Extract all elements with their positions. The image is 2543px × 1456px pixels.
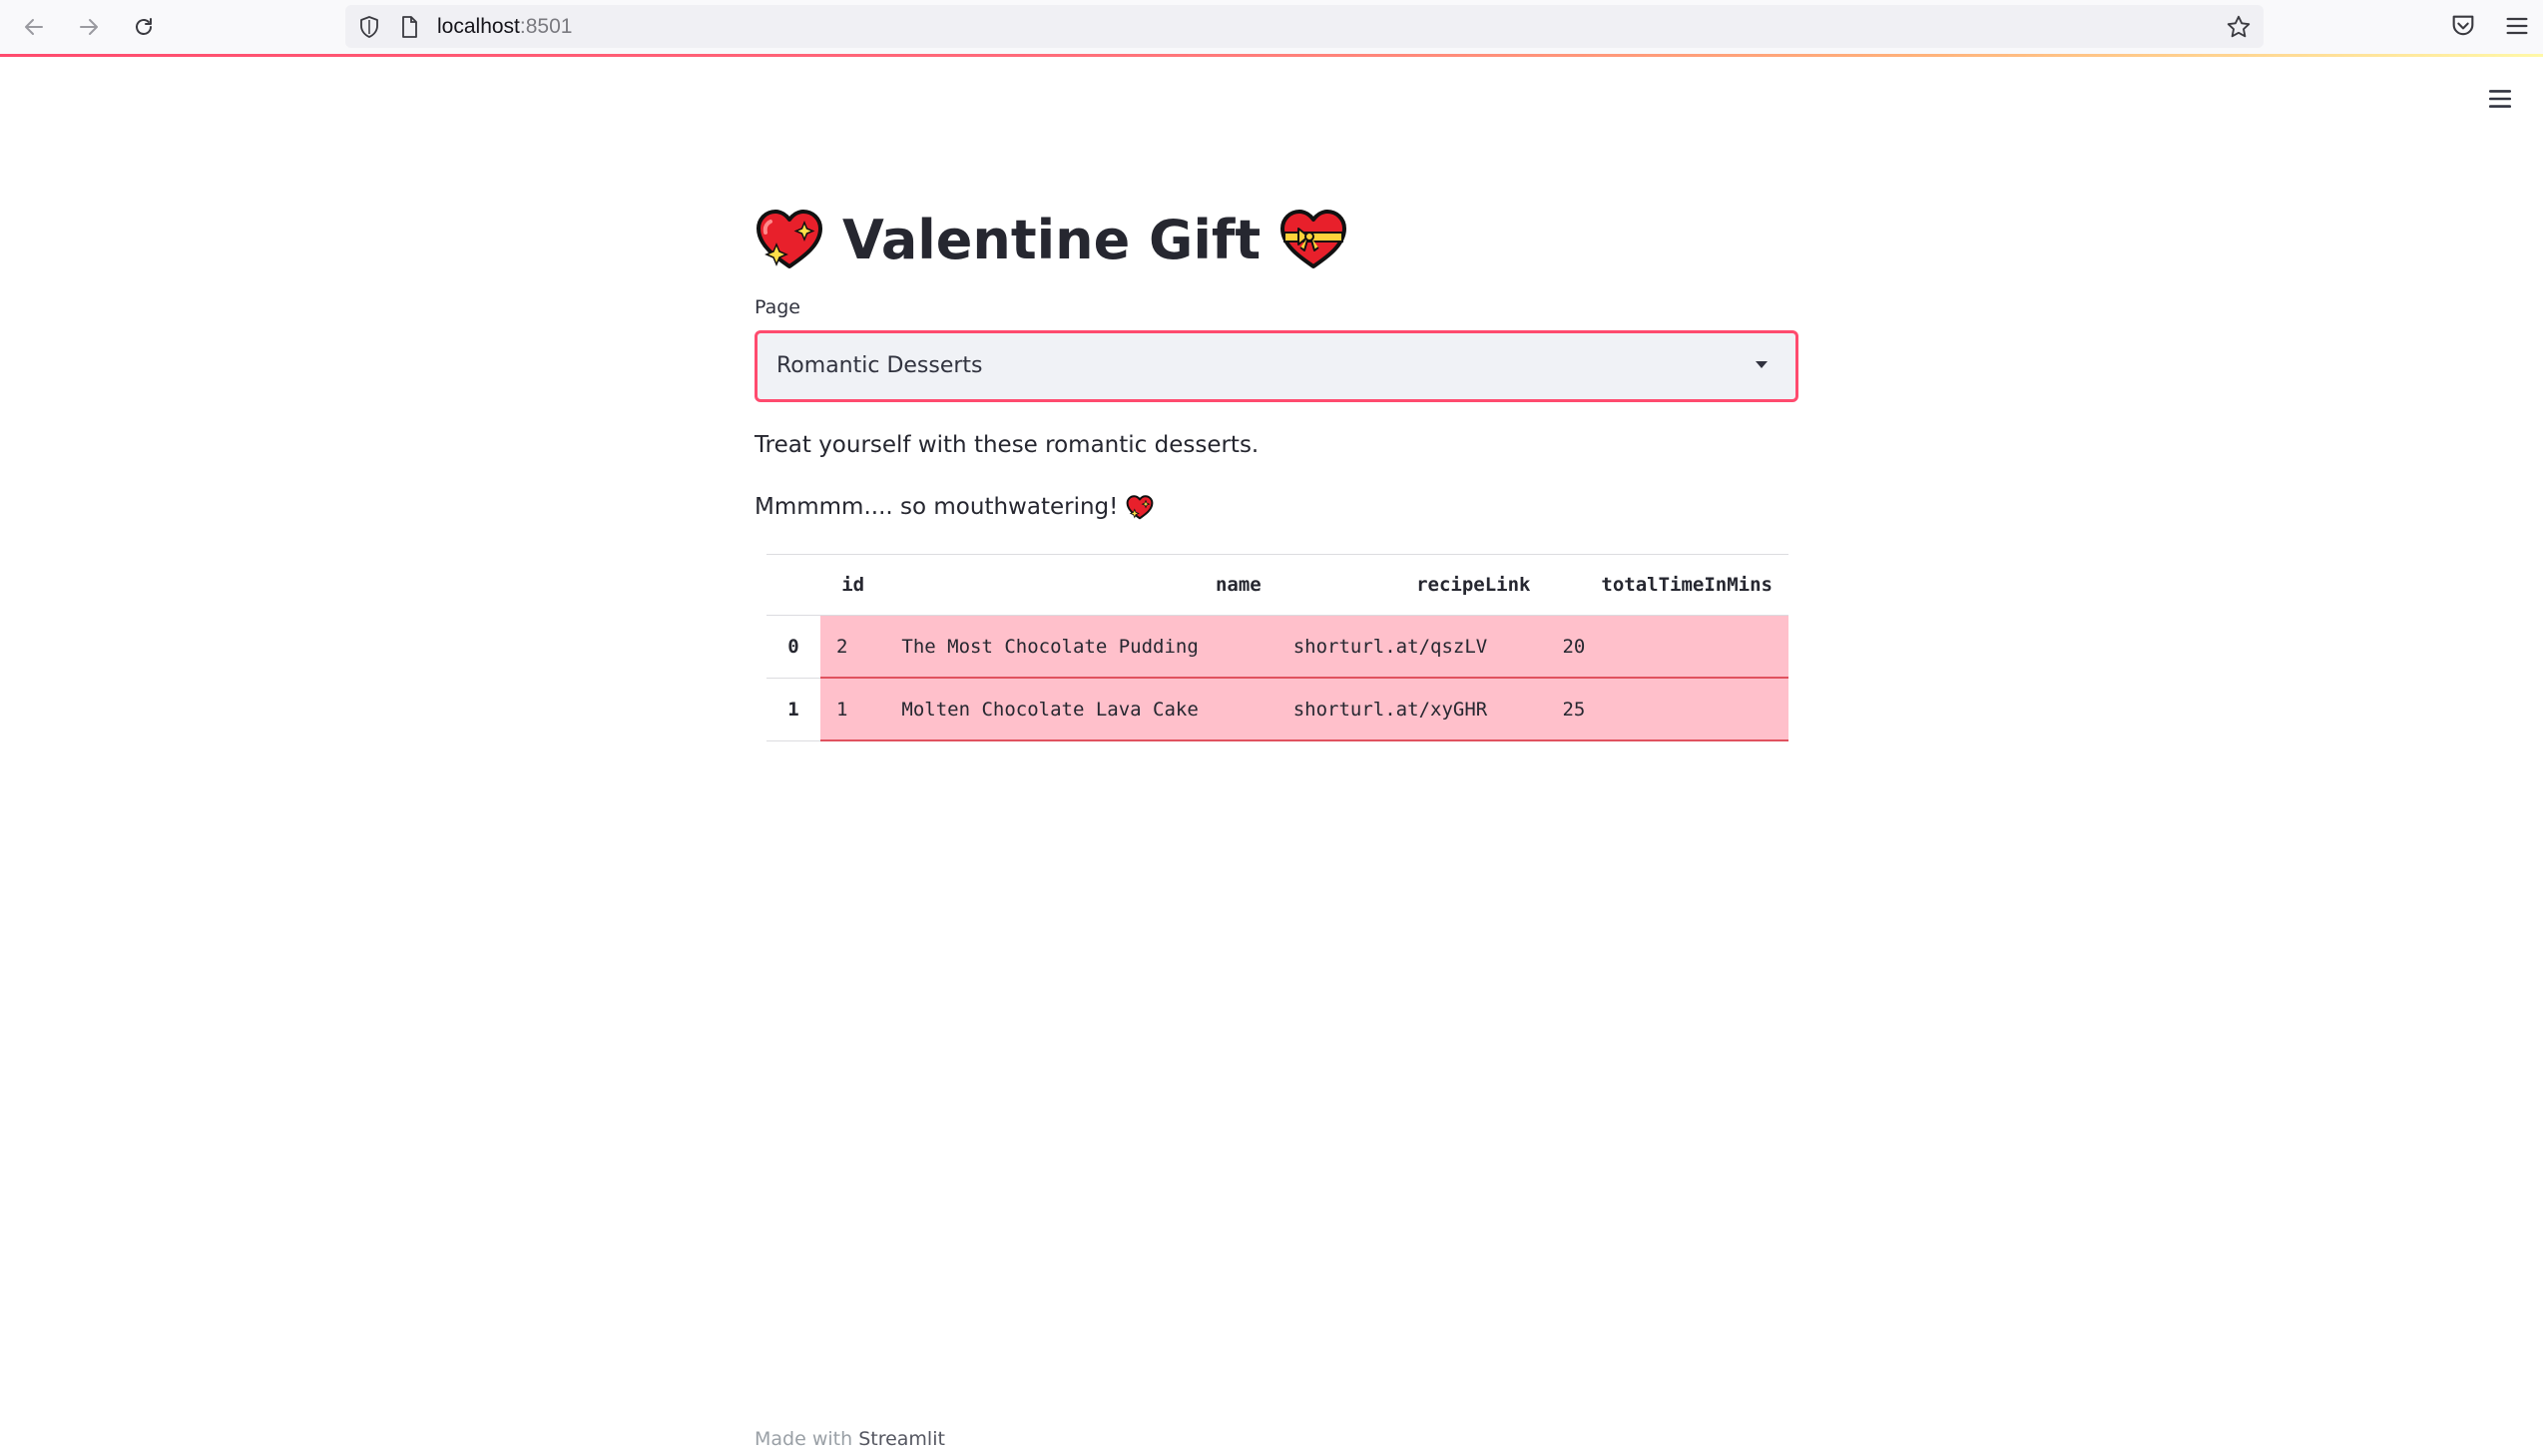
row-index: 1 (766, 678, 820, 741)
intro-text: Treat yourself with these romantic desse… (755, 428, 1802, 462)
browser-toolbar: localhost:8501 (0, 0, 2543, 54)
arrow-right-icon (80, 19, 98, 35)
reload-icon (136, 18, 152, 35)
page-select-value: Romantic Desserts (776, 353, 983, 378)
sparkling-heart-icon (1126, 494, 1154, 519)
cell-name[interactable]: The Most Chocolate Pudding (885, 615, 1277, 679)
url-text[interactable]: localhost:8501 (437, 5, 572, 48)
footer-prefix: Made with (755, 1428, 859, 1450)
table-row: 0 2 The Most Chocolate Pudding shorturl.… (766, 615, 1788, 679)
shield-icon[interactable] (357, 15, 381, 39)
caret-down-icon[interactable] (1756, 361, 1768, 368)
column-header-totaltimeinmins[interactable]: totalTimeInMins (1546, 554, 1788, 616)
table-index-header (766, 554, 820, 616)
heart-with-ribbon-icon (1280, 210, 1347, 268)
browser-menu-icon[interactable] (2503, 12, 2531, 40)
column-header-id[interactable]: id (820, 554, 886, 616)
column-header-name[interactable]: name (885, 554, 1277, 616)
page-info-icon[interactable] (397, 15, 421, 39)
hamburger-icon (2488, 90, 2512, 108)
app-main-menu-button[interactable] (2485, 84, 2515, 114)
cell-name[interactable]: Molten Chocolate Lava Cake (885, 678, 1277, 741)
intro-text-content: Treat yourself with these romantic desse… (755, 432, 1260, 458)
cell-id[interactable]: 1 (820, 678, 886, 741)
cell-totaltimeinmins[interactable]: 20 (1546, 615, 1788, 679)
mouthwatering-text-content: Mmmmm.... so mouthwatering! (755, 494, 1119, 520)
page-select[interactable]: Romantic Desserts (755, 330, 1798, 402)
arrow-left-icon (25, 19, 43, 35)
forward-button[interactable] (71, 9, 107, 45)
page-title: Valentine Gift (755, 195, 1802, 284)
main-content: Valentine Gift Page Romantic Desserts Tr… (755, 195, 1802, 741)
url-port: :8501 (519, 15, 573, 38)
page-title-text: Valentine Gift (842, 208, 1262, 271)
reload-button[interactable] (126, 9, 162, 45)
page-select-label: Page (755, 296, 800, 318)
cell-totaltimeinmins[interactable]: 25 (1546, 678, 1788, 741)
cell-recipelink[interactable]: shorturl.at/qszLV (1276, 615, 1547, 679)
streamlit-top-decoration (0, 54, 2543, 57)
column-header-recipelink[interactable]: recipeLink (1276, 554, 1547, 616)
sparkling-heart-icon (757, 210, 822, 268)
dessert-table: id name recipeLink totalTimeInMins 0 2 T… (766, 554, 1788, 741)
dataframe[interactable]: id name recipeLink totalTimeInMins 0 2 T… (766, 554, 1788, 741)
cell-id[interactable]: 2 (820, 615, 886, 679)
mouthwatering-text: Mmmmm.... so mouthwatering! (755, 490, 1802, 524)
url-host: localhost (437, 15, 520, 38)
footer: Made with Streamlit (755, 1425, 945, 1453)
address-bar[interactable]: localhost:8501 (345, 5, 2264, 48)
back-button[interactable] (16, 9, 52, 45)
table-header-row: id name recipeLink totalTimeInMins (766, 554, 1788, 616)
streamlit-link[interactable]: Streamlit (858, 1428, 945, 1450)
table-row: 1 1 Molten Chocolate Lava Cake shorturl.… (766, 678, 1788, 741)
cell-recipelink[interactable]: shorturl.at/xyGHR (1276, 678, 1547, 741)
pocket-icon[interactable] (2449, 12, 2477, 40)
bookmark-star-icon[interactable] (2226, 14, 2252, 40)
row-index: 0 (766, 615, 820, 679)
